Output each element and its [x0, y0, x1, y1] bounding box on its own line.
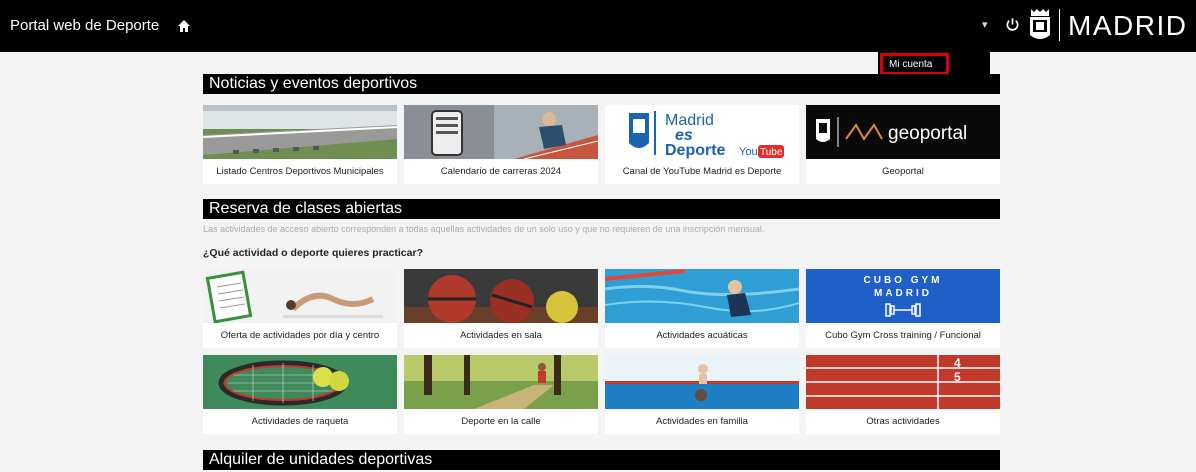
card-other-activities[interactable]: 4 5 Otras actividades	[806, 355, 1000, 434]
caret-down-icon[interactable]: ▾	[982, 18, 988, 31]
logo-line-deporte: Deporte	[665, 142, 726, 159]
card-caption: Actividades en sala	[460, 330, 542, 341]
running-track-image: 4 5	[806, 355, 1000, 409]
track-number-5: 5	[954, 370, 961, 384]
cubo-gym-logo: CUBO GYM MADRID	[806, 269, 1000, 323]
card-indoor-activities[interactable]: Actividades en sala	[404, 269, 598, 348]
card-caption: Calendario de carreras 2024	[440, 166, 562, 177]
geoportal-logo: geoportal	[806, 105, 1000, 159]
logo-separator	[1059, 9, 1060, 41]
family-pool-image	[605, 355, 799, 409]
card-activities-by-day[interactable]: Oferta de actividades por día y centro	[203, 269, 397, 348]
cubo-gym-title: CUBO GYM	[864, 275, 943, 286]
home-icon[interactable]	[177, 19, 191, 33]
track-number-4: 4	[954, 356, 961, 370]
card-caption: Deporte en la calle	[461, 416, 541, 427]
madrid-logo-text[interactable]: MADRID	[1068, 10, 1187, 42]
card-caption: Oferta de actividades por día y centro	[220, 330, 380, 341]
card-caption: Actividades acuáticas	[656, 330, 748, 341]
madrid-crest-icon	[1030, 9, 1050, 39]
card-race-calendar[interactable]: Calendario de carreras 2024	[404, 105, 598, 184]
forest-runner-image	[404, 355, 598, 409]
medicine-balls-image	[404, 269, 598, 323]
geoportal-text: geoportal	[888, 123, 967, 144]
cubo-gym-subtitle: MADRID	[874, 288, 932, 299]
card-caption: Geoportal	[882, 166, 924, 177]
card-caption: Actividades en familia	[656, 416, 748, 427]
card-caption: Listado Centros Deportivos Municipales	[216, 166, 384, 177]
card-cubo-gym[interactable]: CUBO GYM MADRID Cubo Gym Cross training …	[806, 269, 1000, 348]
section-heading-rental: Alquiler de unidades deportivas	[203, 450, 1000, 470]
tennis-image	[203, 355, 397, 409]
card-water-activities[interactable]: Actividades acuáticas	[605, 269, 799, 348]
card-caption: Otras actividades	[866, 416, 940, 427]
card-youtube-channel[interactable]: Madrid es Deporte You Tube Canal de YouT…	[605, 105, 799, 184]
section-heading-news: Noticias y eventos deportivos	[203, 74, 1000, 94]
stadium-image	[203, 105, 397, 159]
youtube-you: You	[739, 146, 758, 158]
youtube-badge: Tube	[760, 147, 783, 158]
card-caption: Cubo Gym Cross training / Funcional	[825, 330, 981, 341]
swimmer-image	[605, 269, 799, 323]
card-caption: Actividades de raqueta	[251, 416, 349, 427]
top-header: Portal web de Deporte ▾ MADRID	[0, 0, 1196, 52]
card-sports-centers[interactable]: Listado Centros Deportivos Municipales	[203, 105, 397, 184]
card-racket-activities[interactable]: Actividades de raqueta	[203, 355, 397, 434]
yoga-calendar-image	[203, 269, 397, 323]
card-family-activities[interactable]: Actividades en familia	[605, 355, 799, 434]
activity-question: ¿Qué actividad o deporte quieres practic…	[203, 247, 423, 259]
card-street-sports[interactable]: Deporte en la calle	[404, 355, 598, 434]
classes-intro-text: Las actividades de acceso abierto corres…	[203, 224, 765, 234]
madrid-es-deporte-logo: Madrid es Deporte You Tube	[605, 105, 799, 159]
power-icon[interactable]	[1005, 17, 1020, 32]
site-title[interactable]: Portal web de Deporte	[10, 17, 159, 34]
card-caption: Canal de YouTube Madrid es Deporte	[622, 166, 782, 177]
card-geoportal[interactable]: geoportal Geoportal	[806, 105, 1000, 184]
runner-phone-image	[404, 105, 598, 159]
my-account-link[interactable]: Mi cuenta	[880, 53, 949, 75]
section-heading-classes: Reserva de clases abiertas	[203, 199, 1000, 219]
